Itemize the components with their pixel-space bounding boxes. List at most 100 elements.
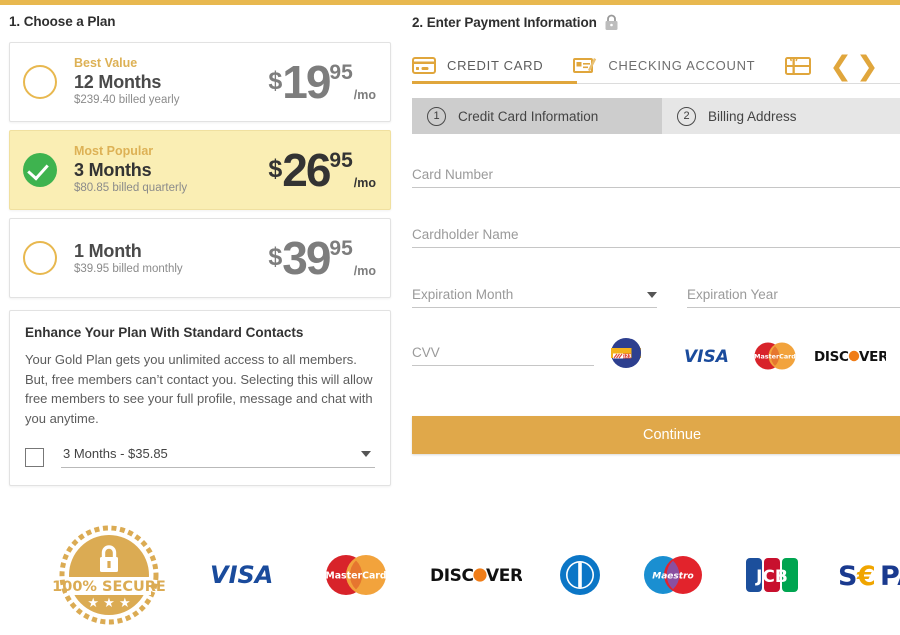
sepa-logo: S € PA (838, 558, 900, 592)
checkout-page: 1. Choose a Plan Best Value 12 Months $2… (0, 0, 900, 635)
svg-text:MasterCard: MasterCard (325, 571, 386, 582)
chevron-down-icon (647, 292, 657, 298)
top-accent-bar (0, 0, 900, 5)
plan-info: Most Popular 3 Months $80.85 billed quar… (74, 144, 268, 196)
price-dollars: 26 (282, 144, 331, 196)
plan-price: $ 19 95 /mo (268, 59, 376, 105)
plan-radio-3-months-checked-icon[interactable] (23, 153, 57, 187)
chevron-down-icon (361, 450, 371, 457)
choose-plan-column: 1. Choose a Plan Best Value 12 Months $2… (9, 14, 391, 486)
plan-radio-12-months[interactable] (23, 65, 57, 99)
cvv-field[interactable]: CVV (412, 345, 594, 366)
tab-credit-card-label: CREDIT CARD (447, 58, 544, 73)
padlock-icon (605, 14, 618, 30)
svg-text:DISC: DISC (430, 566, 474, 585)
step-number: 1 (427, 106, 446, 126)
footer-trust-badges: 100% SECURE ★ ★ ★ VISA MasterCard DISC V… (0, 520, 900, 630)
mastercard-logo: MasterCard (754, 342, 796, 369)
price-cents: 95 (329, 149, 353, 172)
enhance-plan-checkbox[interactable] (25, 447, 44, 467)
expiration-month-select[interactable]: Expiration Month (412, 278, 657, 308)
svg-text:100% SECURE: 100% SECURE (52, 579, 166, 595)
price-cents: 95 (329, 61, 353, 84)
expiration-year-placeholder: Expiration Year (687, 287, 778, 302)
step-label: Billing Address (708, 108, 797, 124)
price-currency: $ (268, 155, 283, 183)
cardholder-name-field[interactable]: Cardholder Name (412, 218, 900, 248)
plan-option-1-month[interactable]: 1 Month $39.95 billed monthly $ 39 95 /m… (9, 218, 391, 298)
enhance-plan-title: Enhance Your Plan With Standard Contacts (25, 325, 304, 340)
credit-card-icon (412, 57, 436, 74)
svg-text:Maestro: Maestro (652, 572, 693, 582)
accepted-card-logos: VISA MasterCard DISC VER (684, 340, 900, 372)
svg-text:VISA: VISA (684, 347, 729, 365)
price-period: /mo (353, 175, 376, 190)
tab-gift-card[interactable] (785, 48, 823, 84)
svg-text:PA: PA (880, 561, 900, 592)
tab-checking-account-label: CHECKING ACCOUNT (608, 58, 756, 73)
discover-logo: DISC VER (430, 565, 522, 585)
form-step-tabs: 1 Credit Card Information 2 Billing Addr… (412, 98, 900, 134)
price-period: /mo (353, 263, 376, 278)
jcb-logo: JCB (745, 556, 801, 594)
expiration-year-select[interactable]: Expiration Year (687, 278, 900, 308)
plan-option-3-months[interactable]: Most Popular 3 Months $80.85 billed quar… (9, 130, 391, 210)
cardholder-name-placeholder: Cardholder Name (412, 227, 519, 242)
svg-text:VER: VER (859, 349, 886, 364)
svg-text:VER: VER (486, 566, 522, 585)
page-title-choose-plan: 1. Choose a Plan (9, 14, 116, 29)
expiration-row: Expiration Month Expiration Year (412, 278, 900, 308)
plan-price: $ 26 95 /mo (268, 147, 376, 193)
enhance-plan-description: Your Gold Plan gets you unlimited access… (25, 352, 373, 426)
continue-button-label: Continue (642, 427, 702, 443)
plan-badge: Best Value (74, 56, 138, 70)
card-number-placeholder: Card Number (412, 167, 494, 182)
continue-button[interactable]: Continue (412, 416, 900, 454)
price-dollars: 19 (282, 56, 331, 108)
price-currency: $ (268, 243, 283, 271)
cvv-placeholder: CVV (412, 345, 440, 360)
secure-seal-badge: 100% SECURE ★ ★ ★ (45, 525, 173, 625)
cvv-row: CVV 123 VISA MasterCard DISC VER (412, 337, 900, 374)
enhance-plan-controls: 3 Months - $35.85 (25, 446, 375, 468)
svg-text:★ ★ ★: ★ ★ ★ (87, 596, 130, 611)
visa-logo: VISA (684, 347, 729, 365)
check-pen-icon (573, 58, 597, 73)
price-period: /mo (353, 87, 376, 102)
step-label: Credit Card Information (458, 108, 599, 124)
discover-logo: DISC VER (814, 349, 886, 364)
card-number-field[interactable]: Card Number (412, 158, 900, 188)
step-number: 2 (677, 106, 696, 126)
svg-text:€: € (856, 561, 876, 592)
tab-checking-account[interactable]: CHECKING ACCOUNT (573, 48, 785, 84)
mastercard-logo: MasterCard (319, 553, 393, 597)
plan-name: 12 Months (74, 72, 162, 92)
gift-card-icon (785, 56, 812, 75)
chevron-left-icon[interactable]: ❮ (829, 52, 852, 79)
tab-credit-card[interactable]: CREDIT CARD (412, 48, 573, 84)
payment-information-column: 2. Enter Payment Information CREDIT CARD (412, 14, 900, 454)
chevron-right-icon[interactable]: ❯ (856, 52, 879, 79)
plan-price: $ 39 95 /mo (268, 235, 376, 281)
svg-text:DISC: DISC (814, 349, 849, 364)
enhance-plan-duration-value: 3 Months - $35.85 (63, 446, 168, 461)
step-billing-address[interactable]: 2 Billing Address (662, 98, 900, 134)
diners-club-logo (559, 554, 601, 596)
step-credit-card-information[interactable]: 1 Credit Card Information (412, 98, 662, 134)
plan-name: 3 Months (74, 160, 152, 180)
visa-logo: VISA (210, 562, 282, 588)
plan-billing-note: $39.95 billed monthly (74, 262, 183, 275)
plan-name: 1 Month (74, 240, 142, 261)
plan-option-12-months[interactable]: Best Value 12 Months $239.40 billed year… (9, 42, 391, 122)
enhance-plan-duration-select[interactable]: 3 Months - $35.85 (61, 446, 375, 468)
tab-nav-arrows: ❮ ❯ (829, 52, 879, 79)
plan-billing-note: $80.85 billed quarterly (74, 182, 188, 194)
cvv-card-123-icon[interactable]: 123 (610, 337, 642, 374)
plan-radio-1-month[interactable] (23, 241, 57, 275)
price-cents: 95 (329, 237, 353, 260)
svg-text:JCB: JCB (755, 567, 788, 587)
expiration-month-placeholder: Expiration Month (412, 287, 514, 302)
svg-text:MasterCard: MasterCard (754, 352, 796, 360)
plan-badge: Most Popular (74, 144, 154, 158)
plan-info: 1 Month $39.95 billed monthly (74, 240, 268, 277)
